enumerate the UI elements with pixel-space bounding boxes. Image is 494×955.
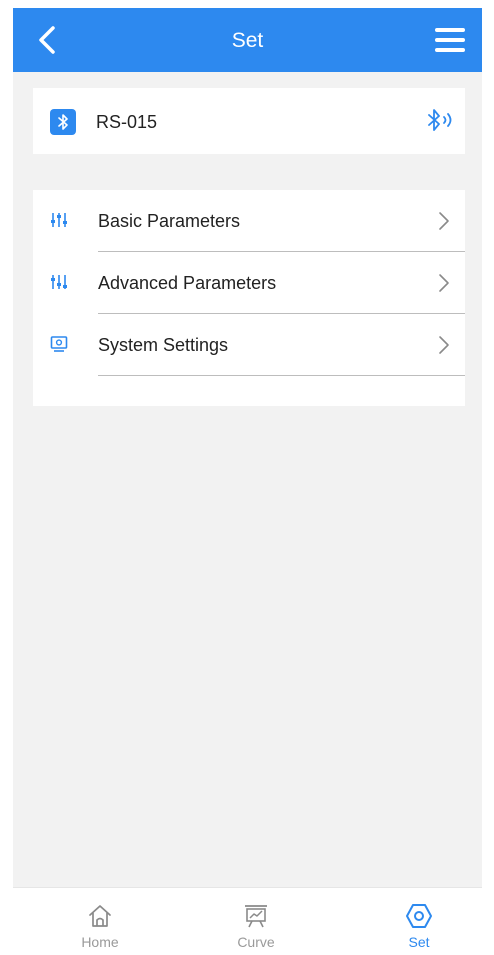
device-badge [50, 109, 76, 135]
tab-icon-wrap [405, 902, 433, 930]
hamburger-menu-icon [435, 28, 465, 52]
row-divider [98, 375, 465, 376]
bluetooth-icon [58, 114, 68, 130]
menu-button[interactable] [432, 22, 468, 58]
settings-hex-icon [406, 904, 432, 928]
row-icon-wrap [48, 209, 70, 231]
menu-item-label: System Settings [98, 335, 229, 355]
tab-home[interactable]: Home [40, 888, 160, 955]
chevron-right-icon [439, 274, 449, 292]
tab-icon-wrap [242, 902, 270, 930]
monitor-icon [50, 336, 68, 352]
tab-set[interactable]: Set [359, 888, 479, 955]
row-icon-wrap [48, 271, 70, 293]
tab-label: Curve [237, 934, 275, 950]
row-chevron-wrap [437, 334, 451, 356]
tab-icon-wrap [86, 902, 114, 930]
menu-item-advanced-parameters[interactable]: Advanced Parameters [33, 252, 465, 314]
menu-item-label: Advanced Parameters [98, 273, 277, 293]
app-header: Set [13, 8, 482, 72]
menu-item-basic-parameters[interactable]: Basic Parameters [33, 190, 465, 252]
row-icon-wrap [48, 333, 70, 355]
tab-label: Set [408, 934, 430, 950]
settings-screen: Set RS-015 Basic Parameters Advanced Par… [13, 8, 482, 955]
sliders-advanced-icon [51, 275, 67, 289]
home-icon [89, 905, 111, 927]
device-card[interactable]: RS-015 [33, 88, 465, 154]
chevron-right-icon [439, 336, 449, 354]
menu-item-label: Basic Parameters [98, 211, 241, 231]
chevron-right-icon [439, 212, 449, 230]
sliders-icon [51, 213, 67, 227]
bluetooth-status[interactable] [423, 106, 459, 136]
chart-board-icon [245, 905, 267, 928]
row-chevron-wrap [437, 272, 451, 294]
tab-label: Home [81, 934, 119, 950]
tab-curve[interactable]: Curve [196, 888, 316, 955]
device-name: RS-015 [96, 112, 158, 132]
page-title: Set [231, 29, 264, 52]
settings-menu-list: Basic Parameters Advanced Parameters Sys… [33, 190, 465, 406]
bottom-tab-bar: Home Curve Set [13, 887, 482, 955]
bluetooth-connected-icon [428, 109, 452, 131]
row-chevron-wrap [437, 210, 451, 232]
menu-item-system-settings[interactable]: System Settings [33, 314, 465, 376]
